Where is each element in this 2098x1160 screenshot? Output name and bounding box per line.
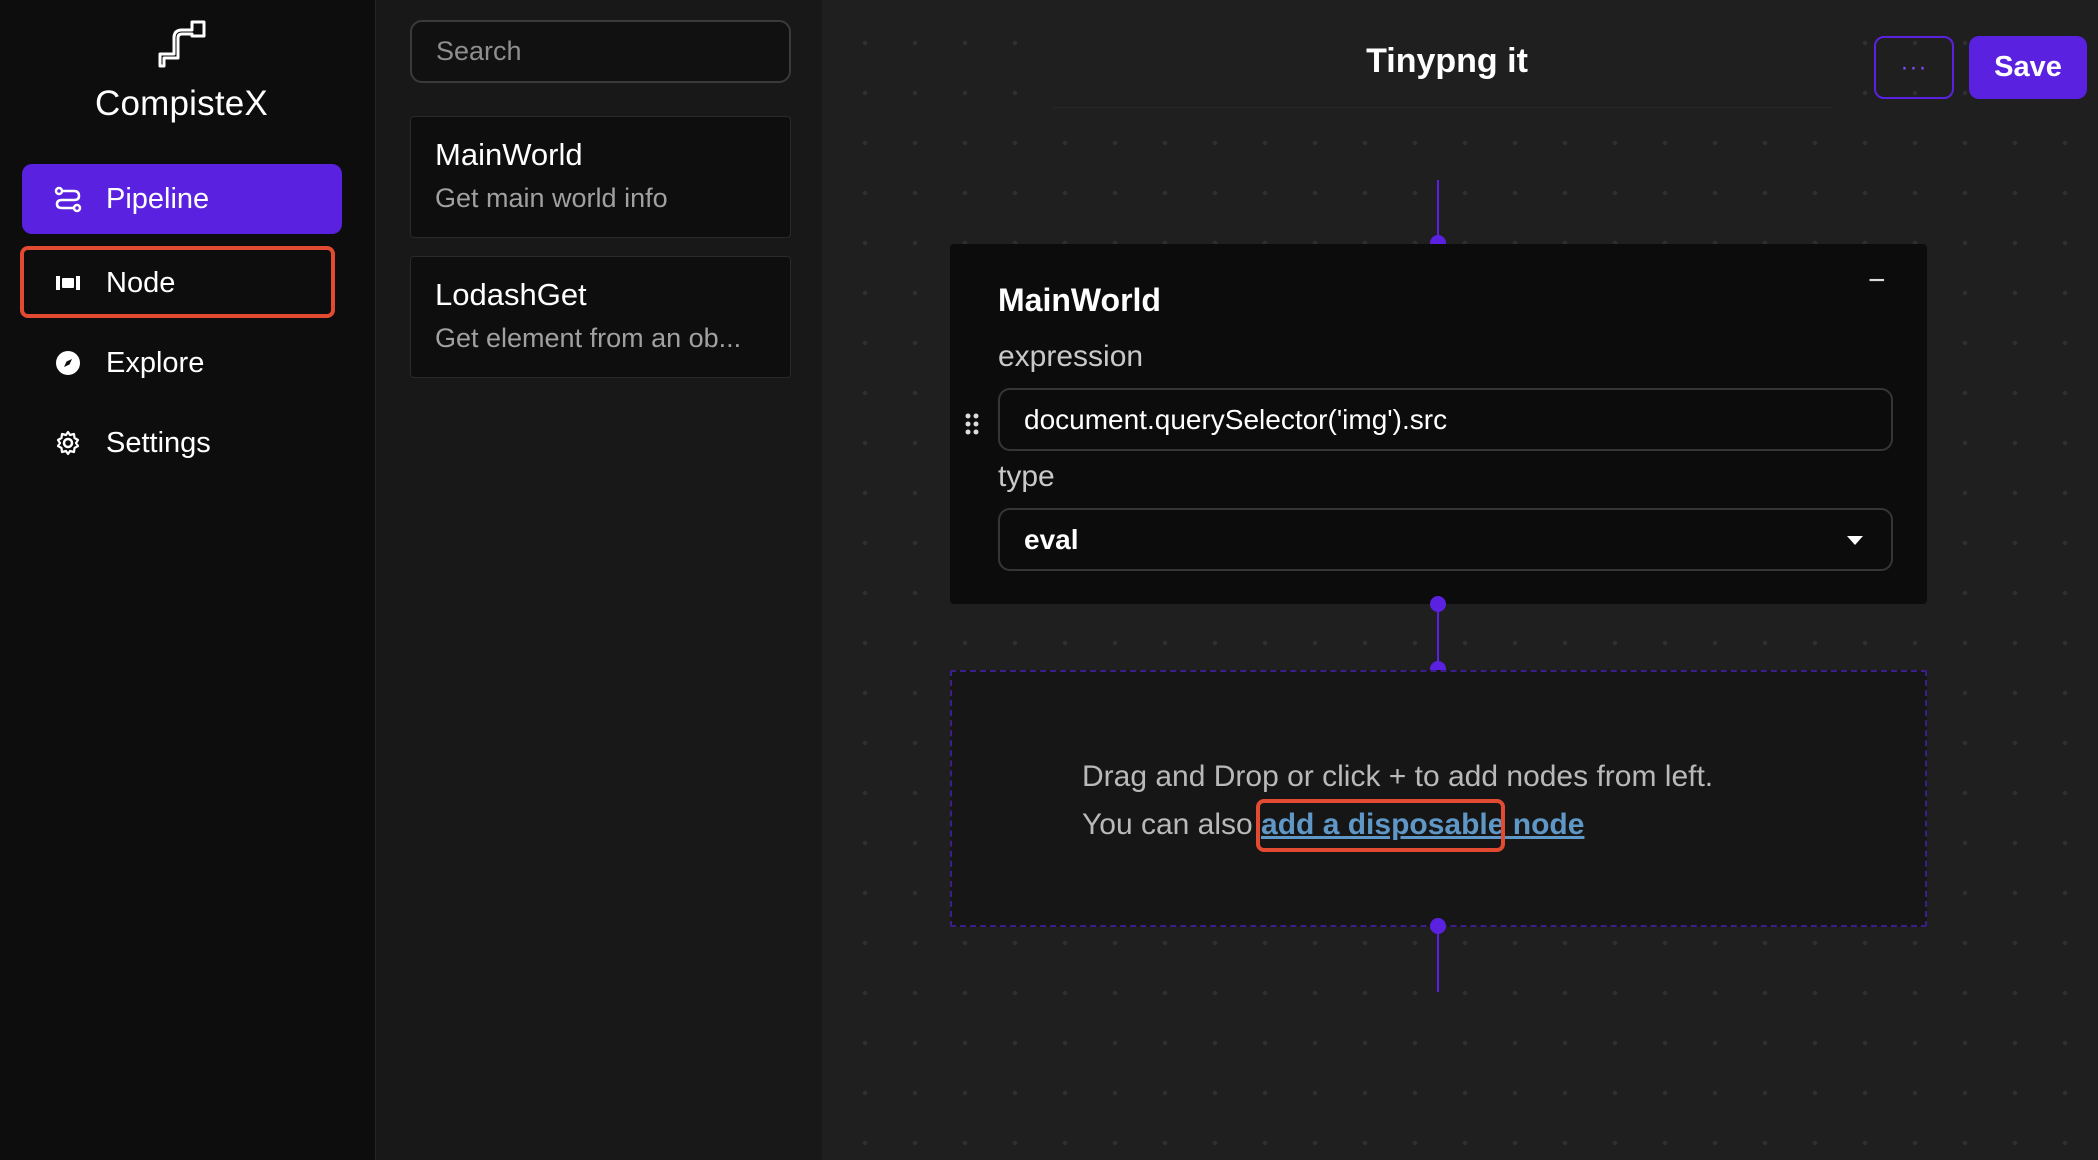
sidebar-item-label: Pipeline [106, 182, 210, 215]
expression-input[interactable]: document.querySelector('img').src [998, 388, 1893, 451]
sidebar-item-label: Explore [106, 346, 205, 379]
pipe-icon [158, 20, 205, 68]
gear-icon [54, 429, 82, 457]
app-logo[interactable]: CompisteX [0, 18, 363, 124]
node-card-desc: Get main world info [435, 183, 668, 213]
node-title: MainWorld [998, 282, 1161, 318]
app-name: CompisteX [95, 84, 268, 123]
sidebar-item-pipeline[interactable]: Pipeline [22, 164, 342, 234]
route-icon [54, 185, 82, 213]
node-card-title: LodashGet [435, 277, 587, 312]
chevron-down-icon [1847, 536, 1863, 545]
expression-label: expression [998, 340, 1144, 373]
sidebar-item-explore[interactable]: Explore [22, 328, 342, 398]
node-card-mainworld[interactable]: MainWorld Get main world info [410, 116, 791, 238]
type-label: type [998, 460, 1055, 493]
pipeline-canvas[interactable]: Tinypng it ··· Save MainWorld − expressi… [822, 0, 2098, 1160]
save-button[interactable]: Save [1969, 36, 2087, 99]
node-list-panel: MainWorld Get main world info LodashGet … [375, 0, 822, 1160]
type-select[interactable]: eval [998, 508, 1893, 571]
highlight-node [20, 246, 335, 318]
type-select-value: eval [1024, 523, 1079, 555]
search-input[interactable] [410, 20, 791, 83]
more-options-button[interactable]: ··· [1874, 36, 1954, 99]
pipeline-node-mainworld[interactable]: MainWorld − expression document.querySel… [950, 244, 1927, 604]
sidebar-item-settings[interactable]: Settings [22, 408, 342, 478]
connector-line [1437, 926, 1439, 992]
collapse-button[interactable]: − [1868, 264, 1886, 298]
highlight-disposable-link [1256, 799, 1505, 852]
node-card-title: MainWorld [435, 137, 583, 172]
dropzone-hint-prefix: You can also [1082, 808, 1253, 841]
sidebar: CompisteX Pipeline Node Explore Settings [0, 0, 375, 1160]
drag-handle-icon[interactable] [964, 412, 980, 436]
sidebar-item-label: Settings [106, 426, 211, 459]
compass-icon [54, 349, 82, 377]
dropzone-hint: Drag and Drop or click + to add nodes fr… [1082, 760, 1714, 793]
node-card-lodashget[interactable]: LodashGet Get element from an ob... [410, 256, 791, 378]
node-card-desc: Get element from an ob... [435, 323, 742, 353]
